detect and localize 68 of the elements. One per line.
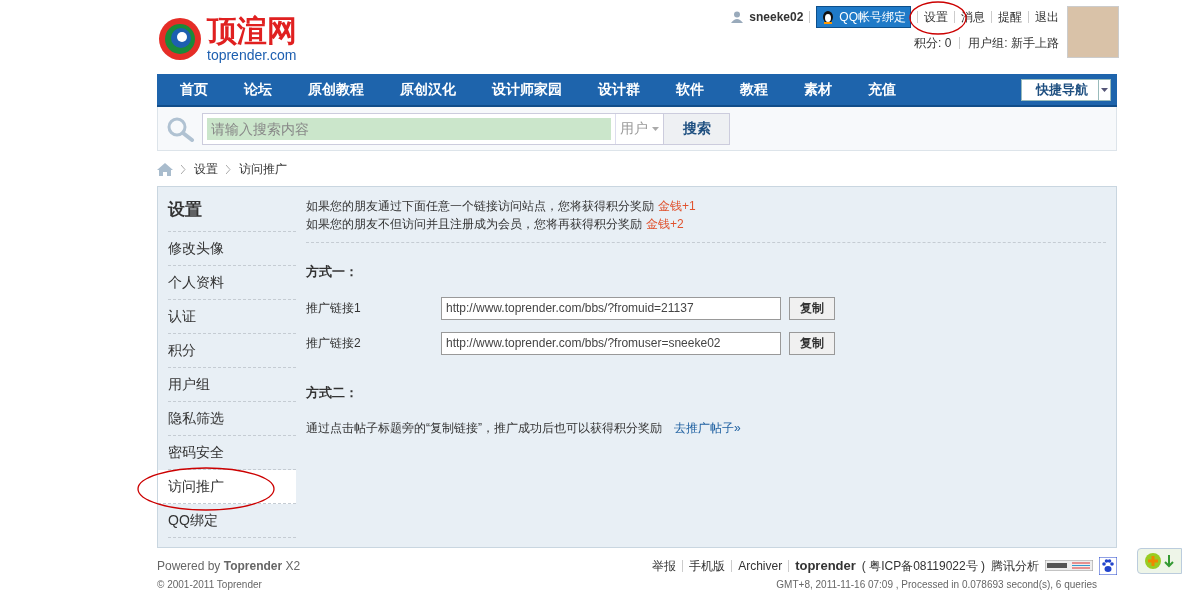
- sidebar-item[interactable]: 修改头像: [168, 232, 296, 266]
- nav-link[interactable]: 设计师家园: [492, 79, 562, 100]
- field-label: 推广链接2: [306, 335, 362, 352]
- sidebar-item[interactable]: 认证: [168, 300, 296, 334]
- dropdown-arrow-icon: [1101, 87, 1108, 92]
- search-button[interactable]: 搜索: [663, 113, 729, 144]
- penguin-icon: [821, 10, 836, 24]
- copyright-text: © 2001-2011 Toprender: [157, 577, 262, 592]
- nav-link[interactable]: 素材: [804, 79, 832, 100]
- usergroup-text: 用户组: 新手上路: [968, 35, 1059, 52]
- breadcrumb-link[interactable]: 设置: [194, 160, 218, 178]
- field-label: 推广链接1: [306, 300, 362, 317]
- sidebar-item[interactable]: 访问推广: [158, 470, 296, 504]
- paw-icon[interactable]: [1099, 556, 1117, 575]
- sidebar-item[interactable]: 个人资料: [168, 266, 296, 300]
- nav-link[interactable]: 论坛: [244, 79, 272, 100]
- promote-posts-link[interactable]: 去推广帖子»: [674, 419, 741, 437]
- search-icon: [166, 115, 196, 142]
- footer-link[interactable]: Archiver: [738, 556, 783, 575]
- stats-badge-icon[interactable]: [1045, 560, 1093, 572]
- chevron-icon: [181, 164, 186, 174]
- credits-link[interactable]: 积分: 0: [914, 34, 952, 52]
- promo-link-field[interactable]: http://www.toprender.com/bbs/?fromuid=21137: [441, 296, 781, 320]
- qq-bind-button[interactable]: QQ帐号绑定: [816, 6, 911, 28]
- sidebar-item[interactable]: QQ绑定: [168, 504, 296, 538]
- description-text: 通过点击帖子标题旁的“复制链接”，推广成功后也可以获得积分奖励: [306, 420, 662, 437]
- processing-info-text: GMT+8, 2011-11-16 07:09 , Processed in 0.078693 second(s), 6 queries: [776, 577, 1097, 592]
- user-icon: [731, 11, 744, 23]
- nav-link[interactable]: 软件: [676, 79, 704, 100]
- search-field[interactable]: 请输入搜索内容: [207, 117, 611, 140]
- logo-domain: toprender.com: [207, 48, 297, 62]
- dropdown-arrow-icon: [652, 126, 659, 131]
- reward-text: 金钱+1: [658, 198, 696, 215]
- sidebar-item[interactable]: 隐私筛选: [168, 402, 296, 436]
- scroll-widget-button[interactable]: [1137, 548, 1182, 574]
- nav-link[interactable]: 充值: [868, 79, 896, 100]
- nav-link[interactable]: 设计群: [598, 79, 640, 100]
- header-link[interactable]: 退出: [1035, 8, 1059, 26]
- sidebar-item[interactable]: 积分: [168, 334, 296, 368]
- footer-link[interactable]: 手机版: [689, 556, 726, 575]
- header-link[interactable]: 提醒: [998, 8, 1022, 26]
- quick-nav-button[interactable]: 快捷导航: [1021, 78, 1111, 101]
- logo-icon: [157, 16, 203, 62]
- promo-link-field[interactable]: http://www.toprender.com/bbs/?fromuser=sneeke02: [441, 331, 781, 355]
- site-link[interactable]: toprender: [795, 556, 856, 576]
- analytics-link[interactable]: 腾讯分析: [991, 556, 1039, 575]
- intro-text: 如果您的朋友通过下面任意一个链接访问站点，您将获得积分奖励: [306, 198, 654, 215]
- intro-text: 如果您的朋友不但访问并且注册成为会员，您将再获得积分奖励: [306, 216, 642, 233]
- nav-link[interactable]: 首页: [180, 79, 208, 100]
- home-icon[interactable]: [157, 162, 173, 176]
- username-link[interactable]: sneeke02: [749, 8, 804, 26]
- icp-link[interactable]: ( 粤ICP备08119022号 ): [861, 556, 985, 575]
- logo-title: 顶渲网: [207, 16, 297, 46]
- breadcrumb-link[interactable]: 访问推广: [239, 160, 287, 178]
- copy-button[interactable]: 复制: [789, 331, 835, 355]
- copy-button[interactable]: 复制: [789, 296, 835, 320]
- powered-by-text: Powered by Toprender X2: [157, 557, 301, 575]
- footer-link[interactable]: 举报: [652, 556, 677, 575]
- nav-link[interactable]: 教程: [740, 79, 768, 100]
- nav-link[interactable]: 原创汉化: [400, 79, 456, 100]
- sidebar-title: 设置: [168, 187, 296, 232]
- section-heading: 方式二：: [306, 383, 359, 402]
- sidebar-item[interactable]: 用户组: [168, 368, 296, 402]
- section-heading: 方式一：: [306, 263, 359, 281]
- plus-arrow-icon: [1143, 552, 1176, 570]
- nav-link[interactable]: 原创教程: [308, 79, 364, 100]
- reward-text: 金钱+2: [646, 216, 684, 233]
- chevron-icon: [226, 164, 231, 174]
